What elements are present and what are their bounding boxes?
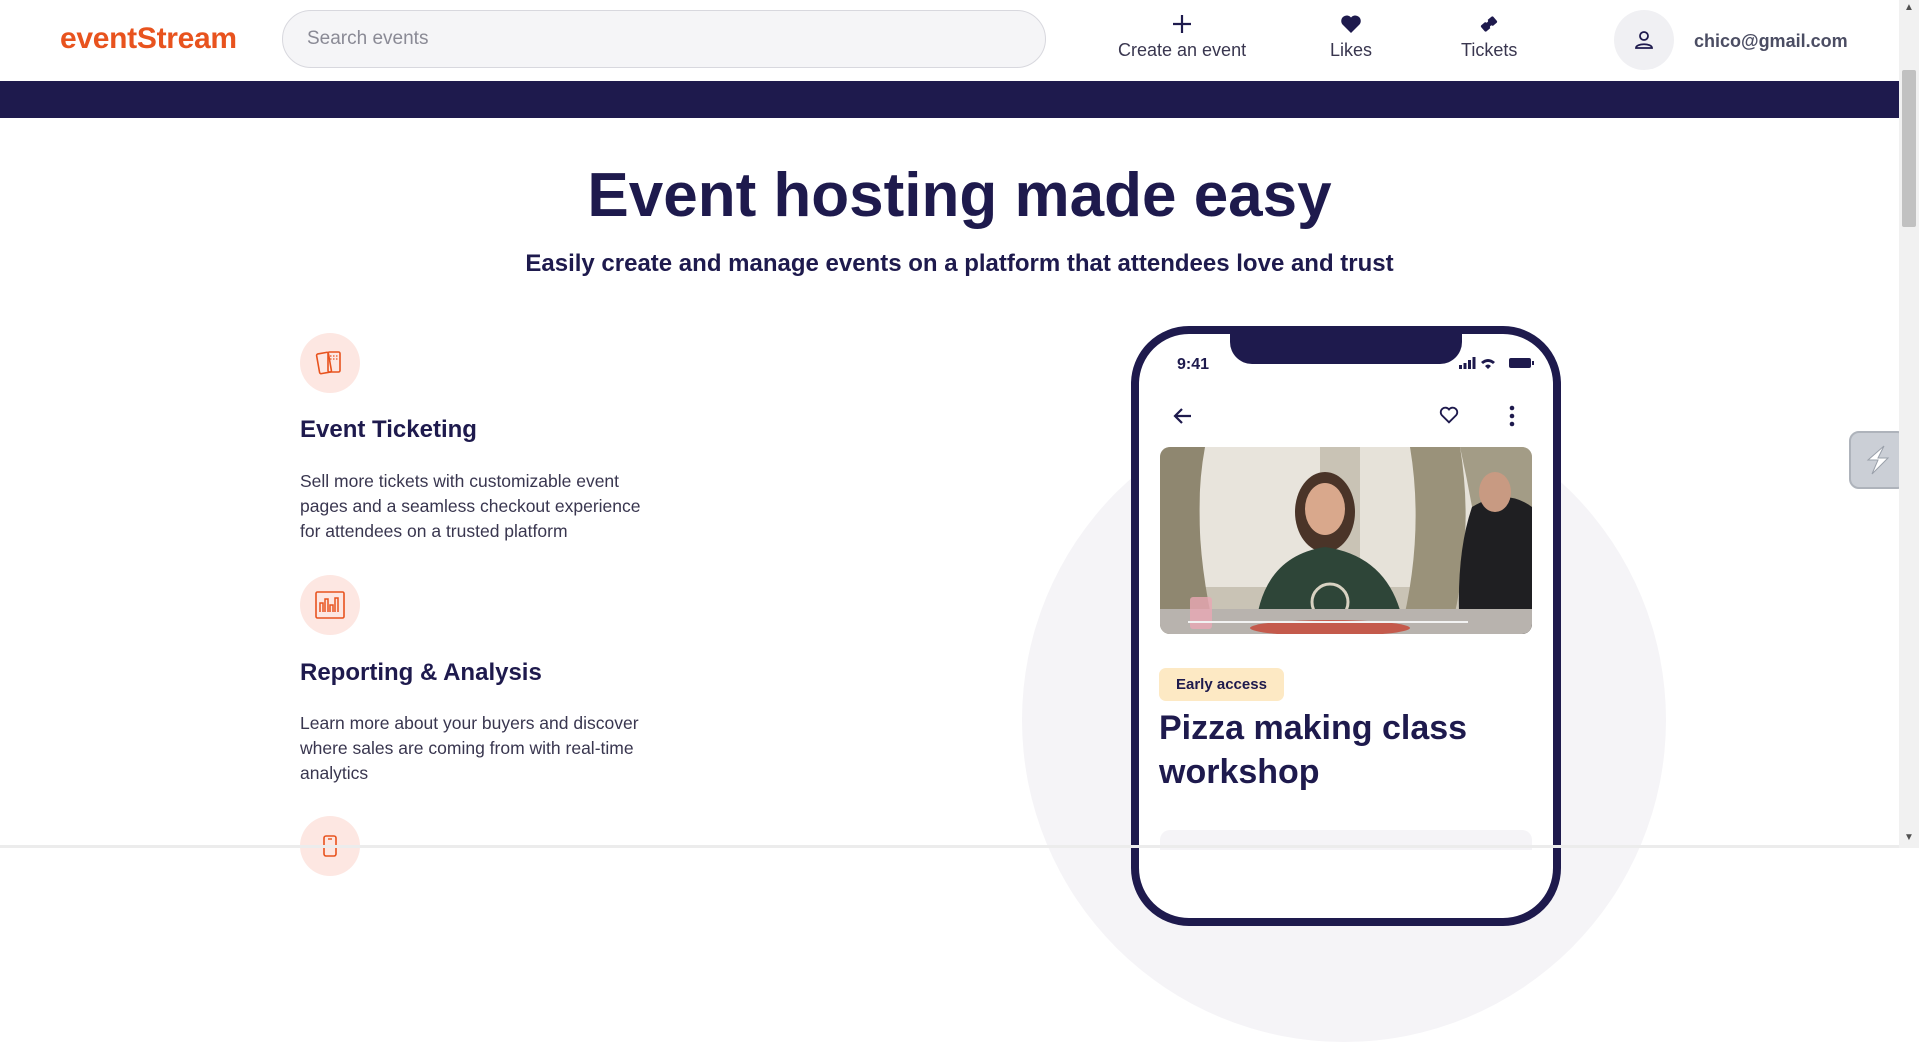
create-event-label: Create an event bbox=[1118, 40, 1247, 60]
logo[interactable]: eventStream bbox=[60, 22, 237, 56]
hero-title: Event hosting made easy bbox=[587, 161, 1332, 230]
top-banner bbox=[0, 81, 1899, 118]
search-bar[interactable] bbox=[282, 10, 1046, 68]
feature-icon-ticketing bbox=[300, 333, 360, 393]
event-title: Pizza making class workshop bbox=[1159, 709, 1468, 791]
feature-icon-reporting bbox=[300, 575, 360, 635]
phone-status-time: 9:41 bbox=[1177, 356, 1210, 373]
feature-title-reporting: Reporting & Analysis bbox=[300, 659, 542, 686]
scroll-down-arrow-icon[interactable]: ▼ bbox=[1903, 832, 1915, 844]
scrollbar-thumb[interactable] bbox=[1902, 70, 1916, 227]
phone-notch bbox=[1230, 326, 1462, 364]
tickets-button[interactable]: Tickets bbox=[1461, 12, 1517, 61]
analytics-chart-icon bbox=[315, 591, 345, 619]
feature-desc-ticketing: Sell more tickets with customizable even… bbox=[300, 471, 641, 541]
lightning-icon bbox=[1866, 445, 1890, 475]
heart-outline-icon[interactable] bbox=[1438, 404, 1460, 426]
heart-icon bbox=[1341, 15, 1361, 33]
plus-icon bbox=[1173, 15, 1192, 33]
create-event-button[interactable]: Create an event bbox=[1118, 12, 1246, 61]
tickets-label: Tickets bbox=[1461, 40, 1518, 60]
more-options-icon[interactable] bbox=[1502, 404, 1522, 428]
likes-label: Likes bbox=[1330, 40, 1373, 60]
scroll-up-arrow-icon[interactable]: ▲ bbox=[1903, 2, 1915, 14]
tickets-icon bbox=[315, 351, 341, 375]
top-navbar: eventStream Create an event Likes Ticket… bbox=[0, 0, 1899, 82]
back-arrow-icon[interactable] bbox=[1171, 404, 1195, 428]
event-photo bbox=[1160, 447, 1532, 634]
early-access-badge: Early access bbox=[1159, 668, 1284, 701]
user-email[interactable]: chico@gmail.com bbox=[1694, 31, 1848, 52]
user-avatar[interactable] bbox=[1614, 10, 1674, 70]
likes-button[interactable]: Likes bbox=[1330, 12, 1372, 61]
feature-title-ticketing: Event Ticketing bbox=[300, 416, 477, 443]
hero-subtitle: Easily create and manage events on a pla… bbox=[525, 250, 1394, 277]
feature-desc-reporting: Learn more about your buyers and discove… bbox=[300, 713, 639, 783]
event-photo-illustration bbox=[1160, 447, 1532, 634]
phone-status-icons bbox=[1459, 357, 1534, 369]
search-input[interactable] bbox=[283, 11, 1045, 67]
user-icon bbox=[1635, 31, 1653, 49]
ticket-icon bbox=[1481, 16, 1498, 32]
